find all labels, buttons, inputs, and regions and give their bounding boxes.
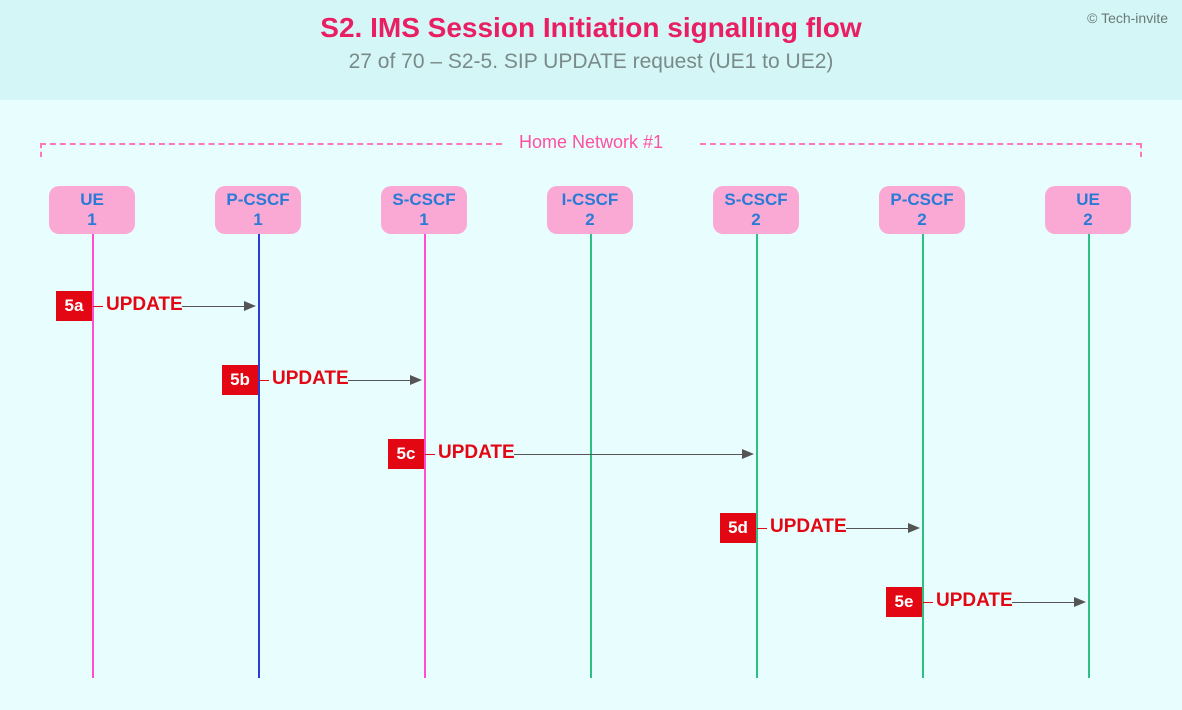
arrow-right-icon [908,523,920,533]
lane-node-pcscf2: P-CSCF2 [879,186,965,234]
message-arrow-line [1012,602,1074,603]
lane-label-bottom: 1 [87,210,96,230]
network-bracket-right [700,143,1142,157]
lane-label-bottom: 2 [1083,210,1092,230]
lane-node-icscf2: I-CSCF2 [547,186,633,234]
lane-label-top: P-CSCF [890,190,953,210]
lane-label-bottom: 1 [253,210,262,230]
message-arrow-line [846,528,908,529]
lane-label-top: S-CSCF [392,190,455,210]
message-arrow-line [514,454,742,455]
diagram-canvas: S2. IMS Session Initiation signalling fl… [0,0,1182,710]
copyright-text: © Tech-invite [1087,10,1168,26]
lane-label-top: UE [80,190,104,210]
message-arrow-line [348,380,410,381]
message-label-5a: UPDATE [106,294,183,316]
message-tag-5c: 5c [388,439,424,469]
lifeline-scscf1 [424,234,426,678]
message-label-5c: UPDATE [438,442,515,464]
lane-label-top: UE [1076,190,1100,210]
message-stub [757,528,767,529]
lifeline-ue1 [92,234,94,678]
message-label-5e: UPDATE [936,590,1013,612]
arrow-right-icon [742,449,754,459]
lifeline-icscf2 [590,234,592,678]
lane-node-pcscf1: P-CSCF1 [215,186,301,234]
arrow-right-icon [244,301,256,311]
lane-label-bottom: 2 [751,210,760,230]
message-label-5b: UPDATE [272,368,349,390]
message-arrow-line [182,306,244,307]
header: S2. IMS Session Initiation signalling fl… [0,0,1182,100]
message-tag-5b: 5b [222,365,258,395]
lane-label-bottom: 2 [917,210,926,230]
lane-label-bottom: 2 [585,210,594,230]
message-stub [259,380,269,381]
lane-node-scscf1: S-CSCF1 [381,186,467,234]
lifeline-pcscf2 [922,234,924,678]
arrow-right-icon [410,375,422,385]
message-label-5d: UPDATE [770,516,847,538]
lane-label-top: S-CSCF [724,190,787,210]
message-tag-5a: 5a [56,291,92,321]
lane-label-top: P-CSCF [226,190,289,210]
message-tag-5e: 5e [886,587,922,617]
lifeline-ue2 [1088,234,1090,678]
lane-node-scscf2: S-CSCF2 [713,186,799,234]
lane-label-bottom: 1 [419,210,428,230]
message-stub [923,602,933,603]
lane-node-ue2: UE2 [1045,186,1131,234]
message-stub [93,306,103,307]
lifeline-pcscf1 [258,234,260,678]
network-bracket-left [40,143,502,157]
lifeline-scscf2 [756,234,758,678]
lane-node-ue1: UE1 [49,186,135,234]
diagram-subtitle: 27 of 70 – S2-5. SIP UPDATE request (UE1… [0,44,1182,74]
message-tag-5d: 5d [720,513,756,543]
message-stub [425,454,435,455]
lane-label-top: I-CSCF [562,190,619,210]
arrow-right-icon [1074,597,1086,607]
diagram-title: S2. IMS Session Initiation signalling fl… [0,0,1182,44]
